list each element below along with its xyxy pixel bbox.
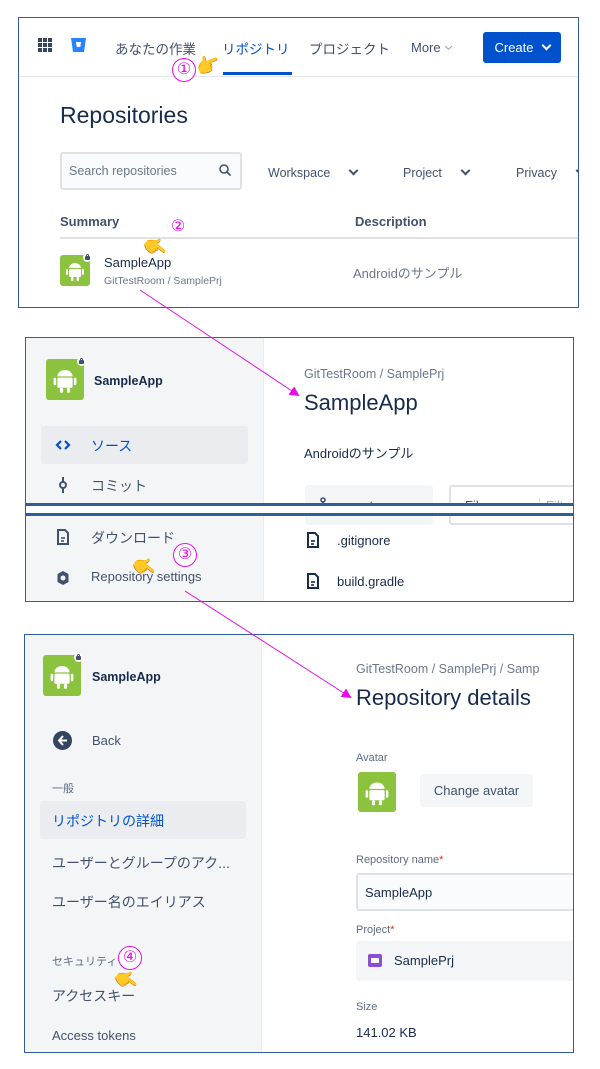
section-security-heading: セキュリティ bbox=[52, 956, 118, 968]
chevron-down-icon bbox=[575, 165, 578, 176]
repo-description: Androidのサンプル bbox=[304, 446, 414, 461]
file-name[interactable]: .gitignore bbox=[337, 533, 390, 548]
commit-icon bbox=[59, 477, 67, 493]
nav-your-work[interactable]: あなたの作業 bbox=[115, 38, 196, 58]
android-avatar-icon bbox=[43, 653, 83, 696]
sidebar-item-downloads[interactable]: ダウンロード bbox=[41, 518, 248, 556]
repo-path: GitTestRoom / SamplePrj bbox=[104, 275, 222, 287]
project-value: SamplePrj bbox=[394, 953, 454, 968]
bitbucket-logo-icon[interactable] bbox=[70, 37, 87, 53]
sidebar-repo-name: SampleApp bbox=[94, 374, 163, 388]
repo-description: Androidのサンプル bbox=[353, 266, 463, 281]
project-icon bbox=[368, 954, 382, 967]
change-avatar-button[interactable]: Change avatar bbox=[420, 774, 533, 807]
sidebar-item-access-tokens[interactable]: Access tokens bbox=[52, 1028, 136, 1043]
size-label: Size bbox=[356, 1001, 378, 1013]
search-input[interactable]: Search repositories bbox=[60, 152, 242, 190]
sidebar-item-user-group-access[interactable]: ユーザーとグループのアク... bbox=[52, 853, 230, 873]
workspace-filter[interactable]: Workspace bbox=[268, 165, 359, 180]
back-label: Back bbox=[92, 733, 121, 748]
step-marker-2: ② bbox=[170, 218, 186, 235]
sidebar-item-label: ダウンロード bbox=[91, 530, 175, 546]
screenshot-cut-divider bbox=[26, 503, 573, 516]
file-icon bbox=[57, 529, 69, 545]
sidebar-item-commits[interactable]: コミット bbox=[41, 466, 248, 504]
sidebar-item-repository-details[interactable]: リポジトリの詳細 bbox=[40, 801, 246, 839]
lock-icon bbox=[77, 357, 86, 366]
file-icon bbox=[307, 532, 319, 548]
search-placeholder: Search repositories bbox=[69, 164, 177, 178]
file-name[interactable]: build.gradle bbox=[337, 574, 404, 589]
lock-icon bbox=[74, 653, 83, 662]
section-general-heading: 一般 bbox=[52, 783, 74, 795]
back-arrow-icon bbox=[53, 731, 72, 750]
search-icon bbox=[219, 164, 232, 177]
nav-repositories[interactable]: リポジトリ bbox=[222, 38, 290, 58]
breadcrumb[interactable]: GitTestRoom / SamplePrj bbox=[304, 367, 444, 381]
repository-details-panel: SampleApp Back 一般 リポジトリの詳細 ユーザーとグループのアク.… bbox=[24, 634, 574, 1053]
workspace-filter-label: Workspace bbox=[268, 166, 331, 180]
page-title: Repository details bbox=[356, 685, 531, 710]
step-marker-3: ③ bbox=[173, 543, 197, 567]
avatar-label: Avatar bbox=[356, 752, 388, 764]
breadcrumb[interactable]: GitTestRoom / SamplePrj / Samp bbox=[356, 662, 539, 676]
required-marker: * bbox=[390, 924, 395, 936]
more-menu[interactable]: More bbox=[411, 40, 452, 55]
android-avatar-icon bbox=[358, 772, 396, 812]
step-marker-1: ① bbox=[172, 58, 196, 82]
repository-source-panel: SampleApp ソース コミット ダウンロード Repository set… bbox=[25, 337, 574, 602]
project-select[interactable]: SamplePrj bbox=[356, 941, 573, 981]
column-summary[interactable]: Summary bbox=[60, 214, 119, 229]
chevron-down-icon bbox=[460, 165, 471, 176]
settings-sidebar: SampleApp Back 一般 リポジトリの詳細 ユーザーとグループのアク.… bbox=[25, 635, 262, 1052]
nav-projects[interactable]: プロジェクト bbox=[309, 38, 390, 58]
repository-name-value: SampleApp bbox=[365, 885, 433, 900]
project-label: Project* bbox=[356, 924, 395, 936]
privacy-filter-label: Privacy bbox=[516, 166, 557, 180]
repository-name-label: Repository name* bbox=[356, 854, 443, 866]
table-header-divider bbox=[60, 237, 578, 239]
file-icon bbox=[307, 573, 319, 589]
android-avatar-icon bbox=[60, 253, 92, 286]
active-tab-indicator bbox=[223, 72, 292, 75]
required-marker: * bbox=[439, 854, 444, 866]
sidebar-item-source[interactable]: ソース bbox=[41, 426, 248, 464]
page-title: SampleApp bbox=[304, 390, 418, 415]
sidebar-item-label: コミット bbox=[91, 478, 147, 494]
code-icon bbox=[55, 440, 71, 450]
lock-icon bbox=[83, 253, 92, 262]
size-value: 141.02 KB bbox=[356, 1025, 417, 1040]
sidebar-item-label: ソース bbox=[91, 438, 133, 454]
repository-name-label-text: Repository name bbox=[356, 854, 440, 866]
more-label: More bbox=[411, 40, 441, 55]
top-navigation: あなたの作業 リポジトリ プロジェクト More Create bbox=[19, 18, 578, 77]
app-grid-icon[interactable] bbox=[38, 38, 52, 52]
sidebar-repo-name: SampleApp bbox=[92, 670, 161, 684]
privacy-filter[interactable]: Privacy bbox=[516, 165, 578, 180]
page-title: Repositories bbox=[60, 102, 188, 128]
sidebar-item-username-aliases[interactable]: ユーザー名のエイリアス bbox=[52, 892, 206, 912]
project-label-text: Project bbox=[356, 924, 391, 936]
chevron-down-icon bbox=[444, 42, 452, 51]
android-avatar-icon bbox=[46, 357, 86, 400]
column-description[interactable]: Description bbox=[355, 214, 427, 229]
chevron-down-icon bbox=[541, 40, 551, 51]
chevron-down-icon bbox=[348, 165, 359, 176]
create-button[interactable]: Create bbox=[483, 32, 561, 63]
project-filter[interactable]: Project bbox=[403, 165, 471, 180]
repositories-panel: あなたの作業 リポジトリ プロジェクト More Create Reposito… bbox=[18, 17, 579, 308]
gear-icon bbox=[57, 571, 69, 585]
sidebar-item-label: リポジトリの詳細 bbox=[52, 813, 164, 829]
repository-name-input[interactable]: SampleApp bbox=[356, 873, 573, 911]
project-filter-label: Project bbox=[403, 166, 442, 180]
create-label: Create bbox=[494, 40, 534, 55]
